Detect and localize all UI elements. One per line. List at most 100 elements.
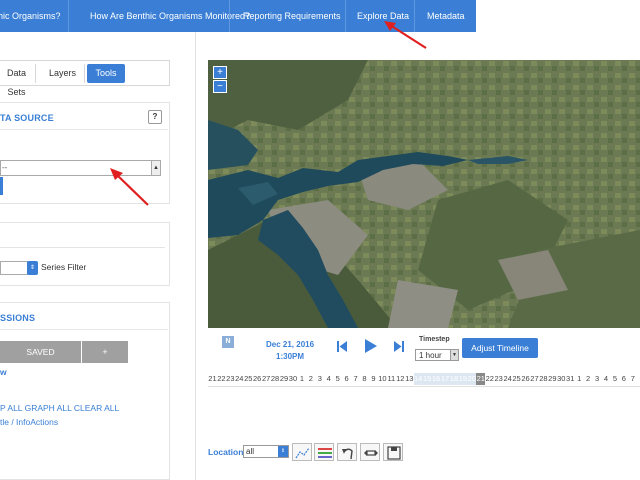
chevron-down-icon: ▼ xyxy=(450,350,458,360)
series-filter-label: Series Filter xyxy=(41,262,87,272)
location-label: Location xyxy=(208,447,244,457)
nav-item-reporting[interactable]: Reporting Requirements xyxy=(243,0,341,32)
hour-tick[interactable]: 13 xyxy=(405,373,414,385)
location-value: all xyxy=(246,447,255,456)
hour-tick[interactable]: 16 xyxy=(431,373,441,385)
spinner-arrows-icon[interactable]: ⇕ xyxy=(27,261,38,275)
hour-tick[interactable]: 6 xyxy=(342,373,351,385)
skip-forward-icon[interactable] xyxy=(394,341,404,352)
nav-item-metadata[interactable]: Metadata xyxy=(427,0,465,32)
zoom-out-button[interactable]: − xyxy=(213,80,227,93)
hour-tick[interactable]: 19 xyxy=(458,373,468,385)
hour-tick[interactable]: 1 xyxy=(297,373,306,385)
hour-tick[interactable]: 24 xyxy=(235,373,244,385)
hour-tick[interactable]: 23 xyxy=(226,373,235,385)
nav-item-monitoring[interactable]: How Are Benthic Organisms Monitored? xyxy=(90,0,250,32)
tab-tools[interactable]: Tools xyxy=(87,64,125,83)
draw-line-button[interactable] xyxy=(292,443,312,461)
nav-divider xyxy=(68,0,69,32)
hour-tick[interactable]: 12 xyxy=(396,373,405,385)
help-button[interactable]: ? xyxy=(148,110,162,124)
hour-tick[interactable]: 14 xyxy=(413,373,423,385)
skip-back-icon[interactable] xyxy=(337,341,347,352)
hour-tick[interactable]: 25 xyxy=(244,373,253,385)
hour-tick[interactable]: 3 xyxy=(593,373,602,385)
sessions-title: SSIONS xyxy=(0,313,36,323)
draw-line-icon xyxy=(295,447,310,459)
hour-tick[interactable]: 2 xyxy=(306,373,315,385)
hour-tick[interactable]: 9 xyxy=(369,373,378,385)
pan-button[interactable] xyxy=(360,443,380,461)
series-filter-input[interactable] xyxy=(0,261,28,275)
satellite-imagery xyxy=(208,60,640,328)
hour-tick[interactable]: 5 xyxy=(333,373,342,385)
hour-tick[interactable]: 21 xyxy=(208,373,217,385)
info-actions-links[interactable]: tle / InfoActions xyxy=(0,417,58,427)
hour-tick[interactable]: 28 xyxy=(271,373,280,385)
tab-data-sets[interactable]: Data Sets xyxy=(0,64,36,97)
hour-tick[interactable]: 22 xyxy=(485,373,494,385)
hour-strip[interactable]: 21 22 23 24 25 26 27 28 29 30 1 2 3 4 5 6 7 8 9 10 11 12 13 14 1… xyxy=(208,373,640,385)
spinner-arrows-icon: ⇕ xyxy=(278,446,288,457)
data-source-select-value: -- xyxy=(2,163,8,172)
hour-tick[interactable]: 11 xyxy=(387,373,396,385)
play-icon[interactable] xyxy=(365,339,377,353)
hour-tick[interactable]: 29 xyxy=(280,373,289,385)
hour-tick[interactable]: 20 xyxy=(467,373,477,385)
adjust-timeline-button[interactable]: Adjust Timeline xyxy=(462,338,538,358)
hour-tick[interactable]: 22 xyxy=(217,373,226,385)
hour-tick[interactable]: 17 xyxy=(440,373,450,385)
undo-icon xyxy=(342,448,353,460)
hour-tick[interactable]: 8 xyxy=(360,373,369,385)
zoom-in-button[interactable]: + xyxy=(213,66,227,79)
hour-tick[interactable]: 27 xyxy=(530,373,539,385)
hour-tick[interactable]: 26 xyxy=(521,373,530,385)
timestep-select[interactable]: 1 hour ▼ xyxy=(415,349,459,361)
hour-tick[interactable]: 25 xyxy=(512,373,521,385)
data-source-submit-button[interactable] xyxy=(0,177,3,195)
hour-tick[interactable]: 27 xyxy=(262,373,271,385)
hour-tick[interactable]: 6 xyxy=(619,373,628,385)
hour-tick[interactable]: 18 xyxy=(449,373,459,385)
hour-tick[interactable]: 31 xyxy=(566,373,575,385)
data-source-title: TA SOURCE xyxy=(0,113,54,123)
hour-tick[interactable]: 2 xyxy=(584,373,593,385)
nav-item-benthic-organisms[interactable]: hic Organisms? xyxy=(0,0,61,32)
hour-tick[interactable]: 4 xyxy=(602,373,611,385)
hour-tick[interactable]: 15 xyxy=(422,373,432,385)
saved-sessions-button[interactable]: SAVED xyxy=(0,341,81,363)
hour-tick[interactable]: 10 xyxy=(378,373,387,385)
view-link[interactable]: w xyxy=(0,367,7,377)
hour-tick[interactable]: 21 xyxy=(476,373,486,385)
timestep-value: 1 hour xyxy=(419,351,442,360)
tab-layers[interactable]: Layers xyxy=(41,64,85,83)
timeline-date: Dec 21, 2016 xyxy=(266,340,315,349)
add-session-button[interactable]: + xyxy=(82,341,128,363)
hour-tick[interactable]: 24 xyxy=(503,373,512,385)
hour-tick[interactable]: 23 xyxy=(494,373,503,385)
legend-icon xyxy=(318,448,332,458)
hour-tick[interactable]: 3 xyxy=(315,373,324,385)
north-arrow-icon: N xyxy=(222,336,234,348)
hour-tick[interactable]: 30 xyxy=(288,373,297,385)
nav-divider xyxy=(229,0,230,32)
hour-tick[interactable]: 26 xyxy=(253,373,262,385)
hour-tick[interactable]: 7 xyxy=(351,373,360,385)
satellite-map[interactable]: + − xyxy=(208,60,640,328)
sidebar-panel: Data Sets Layers Tools TA SOURCE ? -- ▲ … xyxy=(0,32,196,480)
hour-tick[interactable]: 30 xyxy=(557,373,566,385)
card-divider xyxy=(0,247,165,248)
hour-tick[interactable]: 5 xyxy=(610,373,619,385)
hour-tick[interactable]: 29 xyxy=(548,373,557,385)
legend-button[interactable] xyxy=(314,443,334,461)
hour-tick[interactable]: 7 xyxy=(628,373,637,385)
undo-button[interactable] xyxy=(337,443,357,461)
hour-tick[interactable]: 4 xyxy=(324,373,333,385)
location-select[interactable]: all ⇕ xyxy=(243,445,289,458)
graph-actions-links[interactable]: P ALL GRAPH ALL CLEAR ALL xyxy=(0,403,119,413)
hour-tick[interactable]: 28 xyxy=(539,373,548,385)
timeline-time: 1:30PM xyxy=(276,352,305,361)
hour-tick[interactable]: 1 xyxy=(575,373,584,385)
save-button[interactable] xyxy=(383,443,403,461)
series-filter-card: ⇕ Series Filter xyxy=(0,222,170,286)
